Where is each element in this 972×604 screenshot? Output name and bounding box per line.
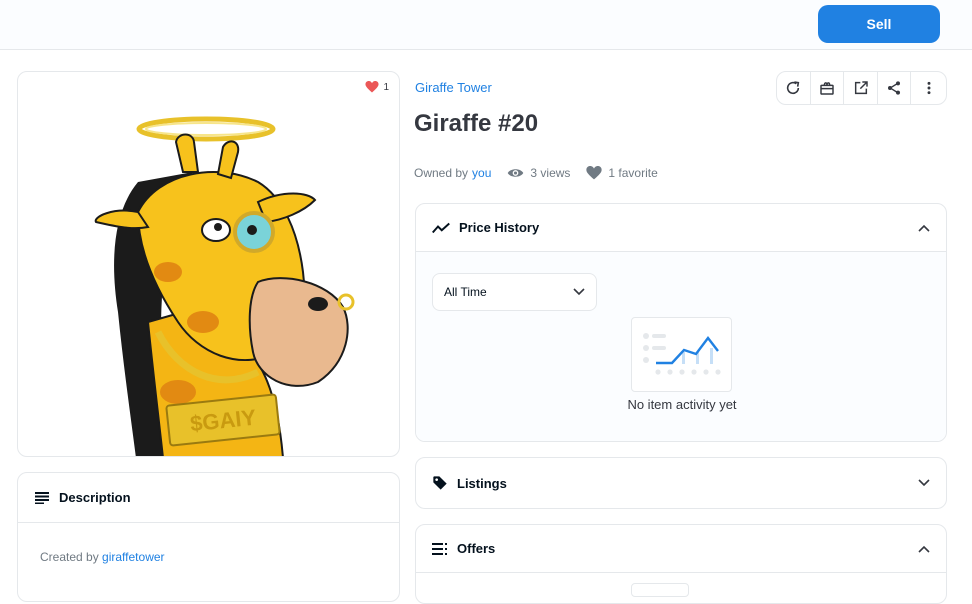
chevron-down-icon <box>918 479 930 487</box>
favorites-count: 1 favorite <box>608 166 658 180</box>
description-panel: Description Created by giraffetower <box>17 472 400 602</box>
asset-meta: Owned by you 3 views 1 favorite <box>414 164 674 182</box>
listings-heading: Listings <box>457 475 507 491</box>
owner-info: Owned by you <box>414 166 491 180</box>
more-options-button[interactable] <box>911 72 946 104</box>
nft-artwork: $GAIY <box>94 116 355 456</box>
empty-chart-illustration <box>631 317 732 392</box>
offers-panel: Offers <box>415 524 947 604</box>
sell-button[interactable]: Sell <box>818 5 940 43</box>
transfer-button[interactable] <box>811 72 845 104</box>
price-history-heading: Price History <box>459 220 540 235</box>
tag-icon <box>433 476 447 490</box>
time-range-value: All Time <box>444 285 487 299</box>
more-icon <box>927 81 931 95</box>
price-history-body: All Time No item activity yet <box>416 252 946 441</box>
chevron-up-icon <box>918 224 930 232</box>
favorite-badge[interactable]: 1 <box>365 81 389 93</box>
trending-icon <box>432 222 450 233</box>
time-range-select[interactable]: All Time <box>432 273 597 311</box>
price-history-panel: Price History All Time No item activity … <box>415 203 947 442</box>
views-info: 3 views <box>507 166 570 180</box>
collection-link[interactable]: Giraffe Tower <box>415 80 492 95</box>
share-icon <box>888 81 901 95</box>
asset-toolbar <box>776 71 947 105</box>
chevron-up-icon <box>918 545 930 553</box>
chevron-down-icon <box>573 288 585 296</box>
created-by-label: Created by <box>40 550 99 564</box>
nft-image-card[interactable]: $GAIY 1 <box>17 71 400 457</box>
owned-by-label: Owned by <box>414 166 469 180</box>
chart-placeholder-icon <box>643 333 721 375</box>
price-history-header[interactable]: Price History <box>416 204 946 252</box>
top-bar: Sell <box>0 0 972 50</box>
favorite-count: 1 <box>383 81 389 93</box>
empty-activity-text: No item activity yet <box>627 397 737 412</box>
owner-link[interactable]: you <box>472 166 491 180</box>
eye-icon <box>508 169 524 177</box>
favorites-info[interactable]: 1 favorite <box>586 166 658 180</box>
transfer-icon <box>820 82 834 95</box>
description-heading: Description <box>59 490 131 505</box>
description-header[interactable]: Description <box>18 473 399 523</box>
heart-icon <box>586 166 603 180</box>
refresh-icon <box>787 81 800 95</box>
refresh-button[interactable] <box>777 72 811 104</box>
description-icon <box>35 491 49 504</box>
empty-offers-illustration <box>631 583 689 597</box>
creator-link[interactable]: giraffetower <box>102 550 164 564</box>
views-count: 3 views <box>530 166 571 180</box>
listings-panel: Listings <box>415 457 947 509</box>
offers-header[interactable]: Offers <box>416 525 946 573</box>
open-external-button[interactable] <box>844 72 878 104</box>
description-body: Created by giraffetower <box>18 523 399 591</box>
share-button[interactable] <box>878 72 912 104</box>
heart-icon <box>365 81 379 93</box>
listings-header[interactable]: Listings <box>416 458 946 508</box>
asset-title: Giraffe #20 <box>414 110 539 137</box>
external-link-icon <box>854 81 868 95</box>
offers-heading: Offers <box>457 541 496 556</box>
list-icon <box>432 542 447 555</box>
